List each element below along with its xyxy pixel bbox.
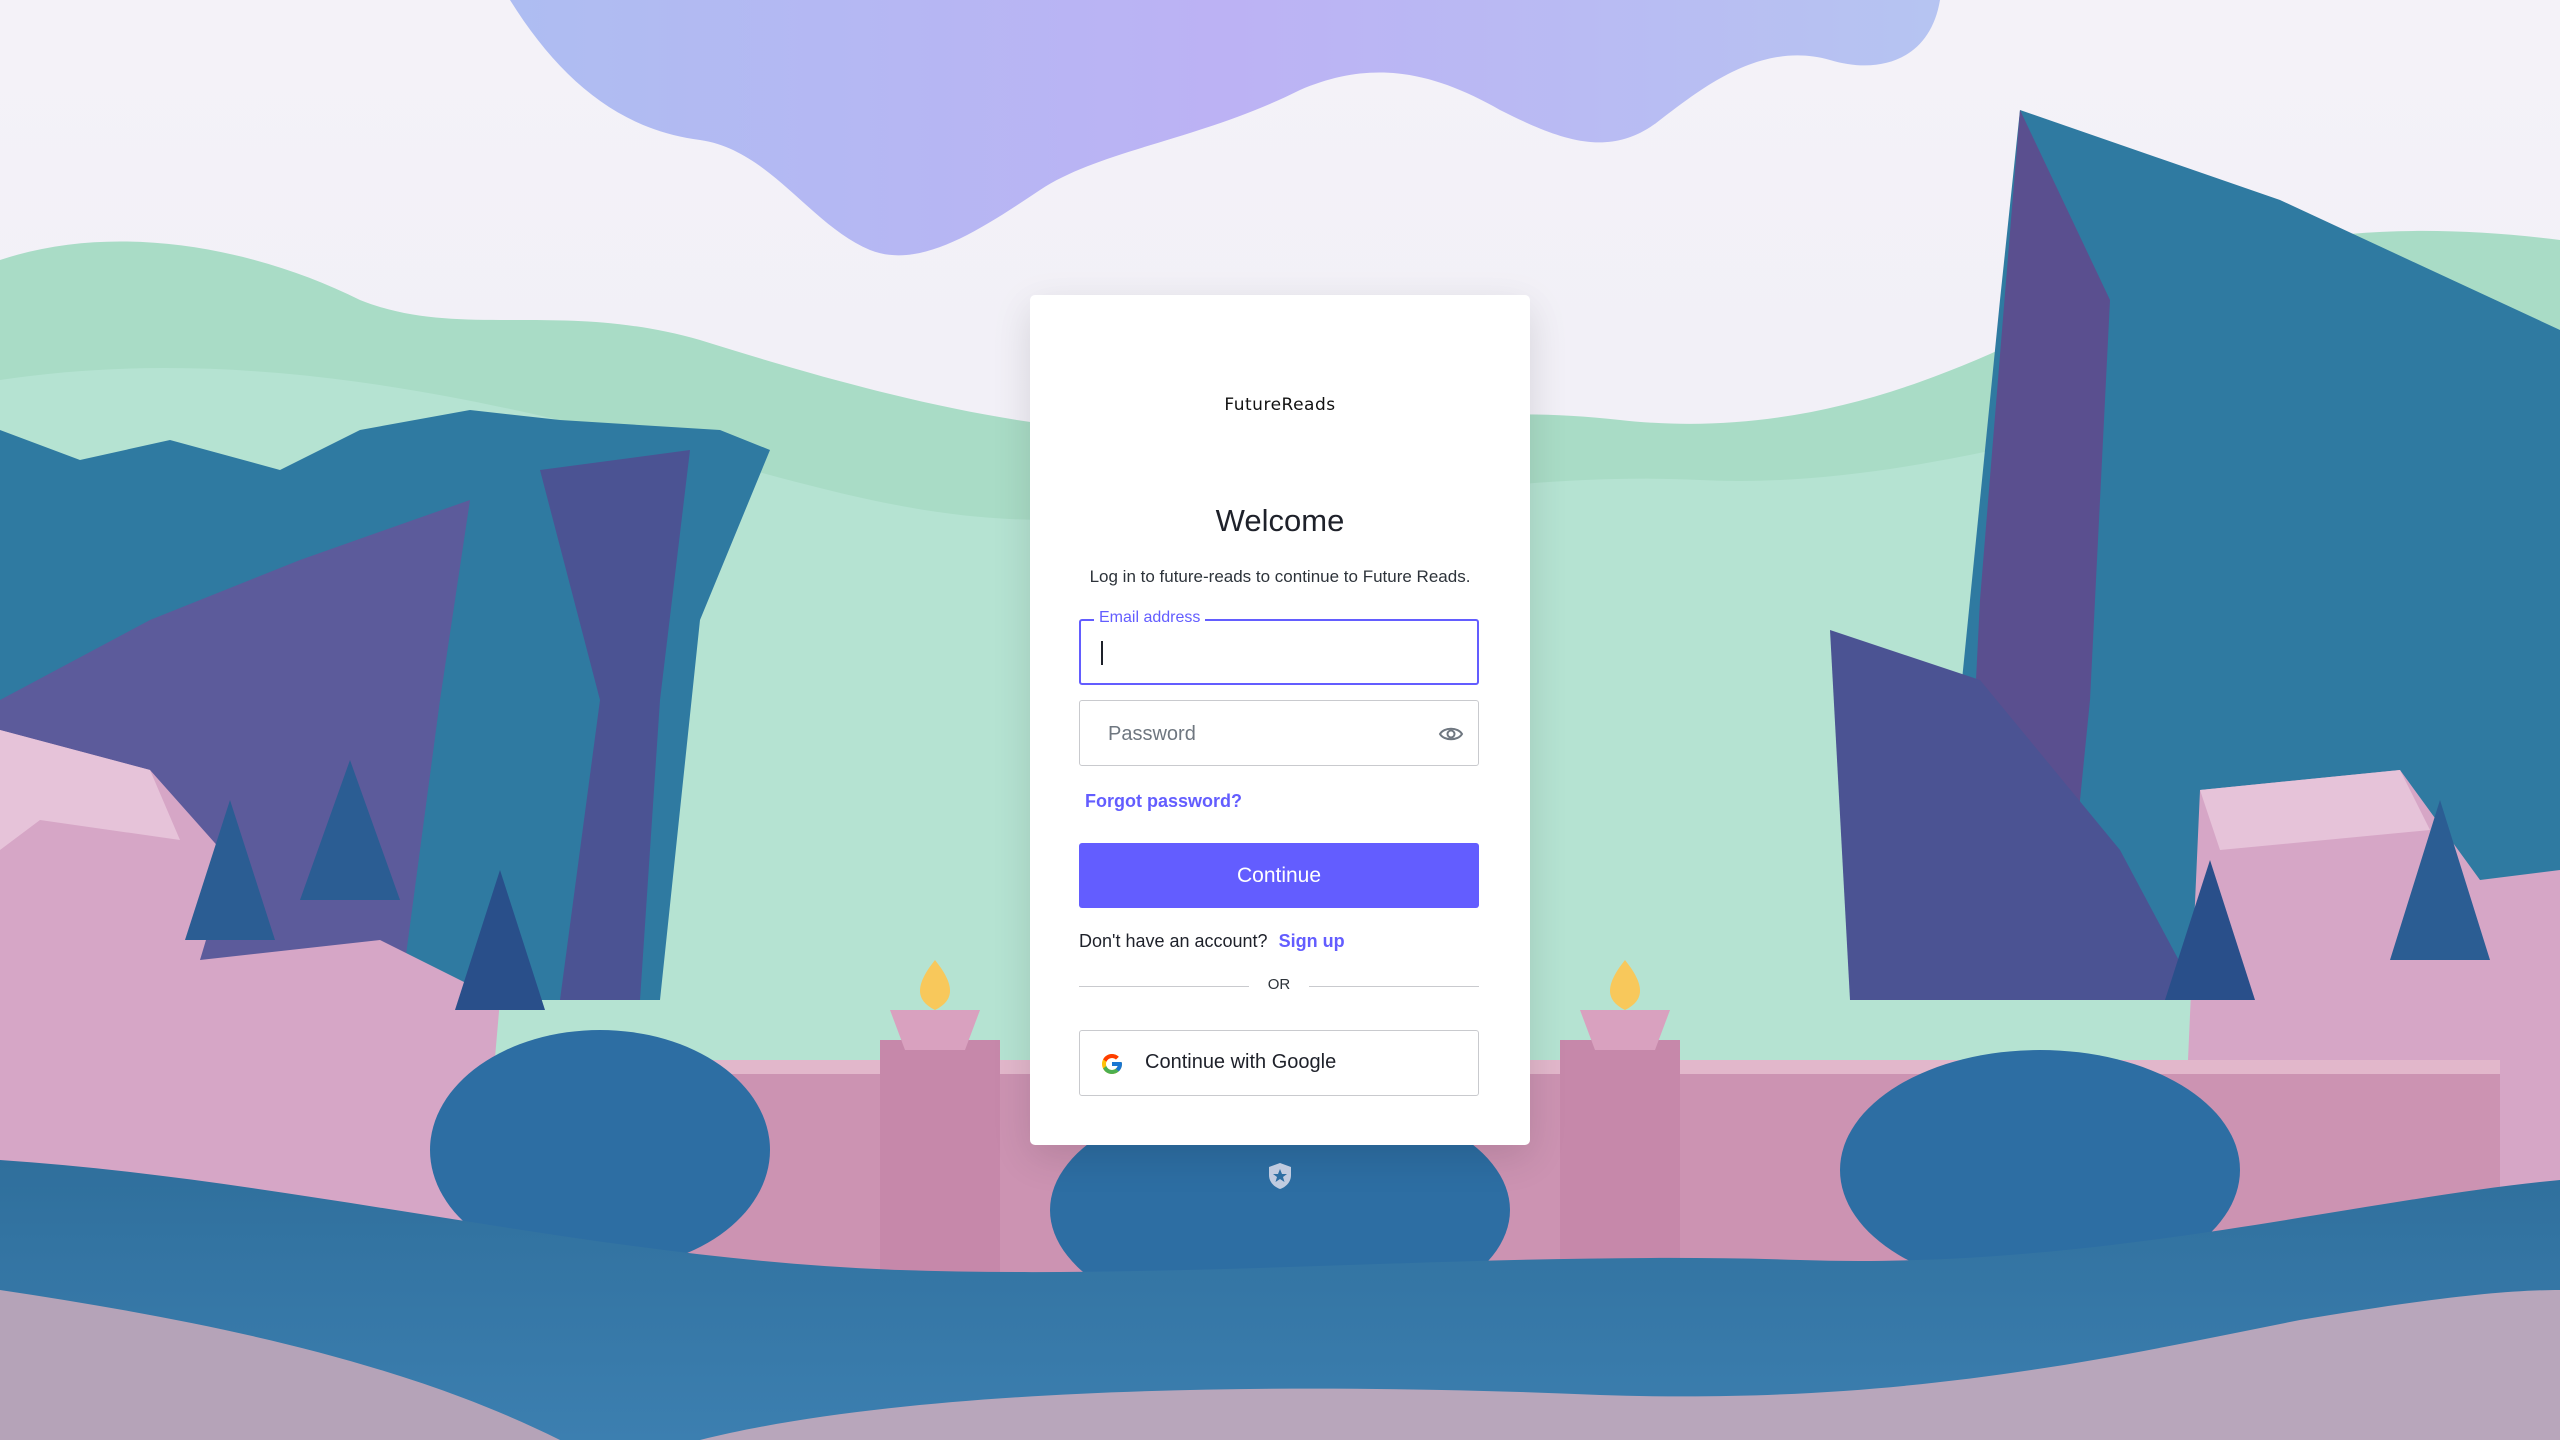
- google-button-label: Continue with Google: [1145, 1051, 1337, 1073]
- email-label: Email address: [1094, 609, 1206, 627]
- google-logo-icon: [1100, 1052, 1124, 1076]
- divider-line-right: [1309, 986, 1479, 987]
- page-subtitle: Log in to future-reads to continue to Fu…: [1089, 567, 1471, 586]
- continue-button[interactable]: Continue: [1079, 843, 1479, 908]
- signup-prompt: Don't have an account?: [1079, 931, 1268, 951]
- signup-row: Don't have an account? Sign up: [1079, 931, 1345, 952]
- or-label: OR: [1267, 976, 1291, 993]
- login-card: FutureReads Welcome Log in to future-rea…: [1030, 295, 1530, 1145]
- email-field[interactable]: Email address: [1079, 609, 1479, 685]
- eye-icon[interactable]: [1438, 721, 1464, 747]
- text-caret: [1101, 641, 1103, 665]
- password-field[interactable]: Password: [1079, 700, 1479, 766]
- page-title: Welcome: [1215, 503, 1345, 538]
- continue-with-google-button[interactable]: Continue with Google: [1079, 1030, 1479, 1096]
- brand-logo: FutureReads: [1224, 395, 1336, 415]
- or-divider: OR: [1079, 975, 1479, 999]
- forgot-password-link[interactable]: Forgot password?: [1085, 791, 1242, 812]
- password-placeholder: Password: [1108, 723, 1196, 745]
- signup-link[interactable]: Sign up: [1279, 931, 1345, 951]
- shield-icon: [1268, 1162, 1292, 1190]
